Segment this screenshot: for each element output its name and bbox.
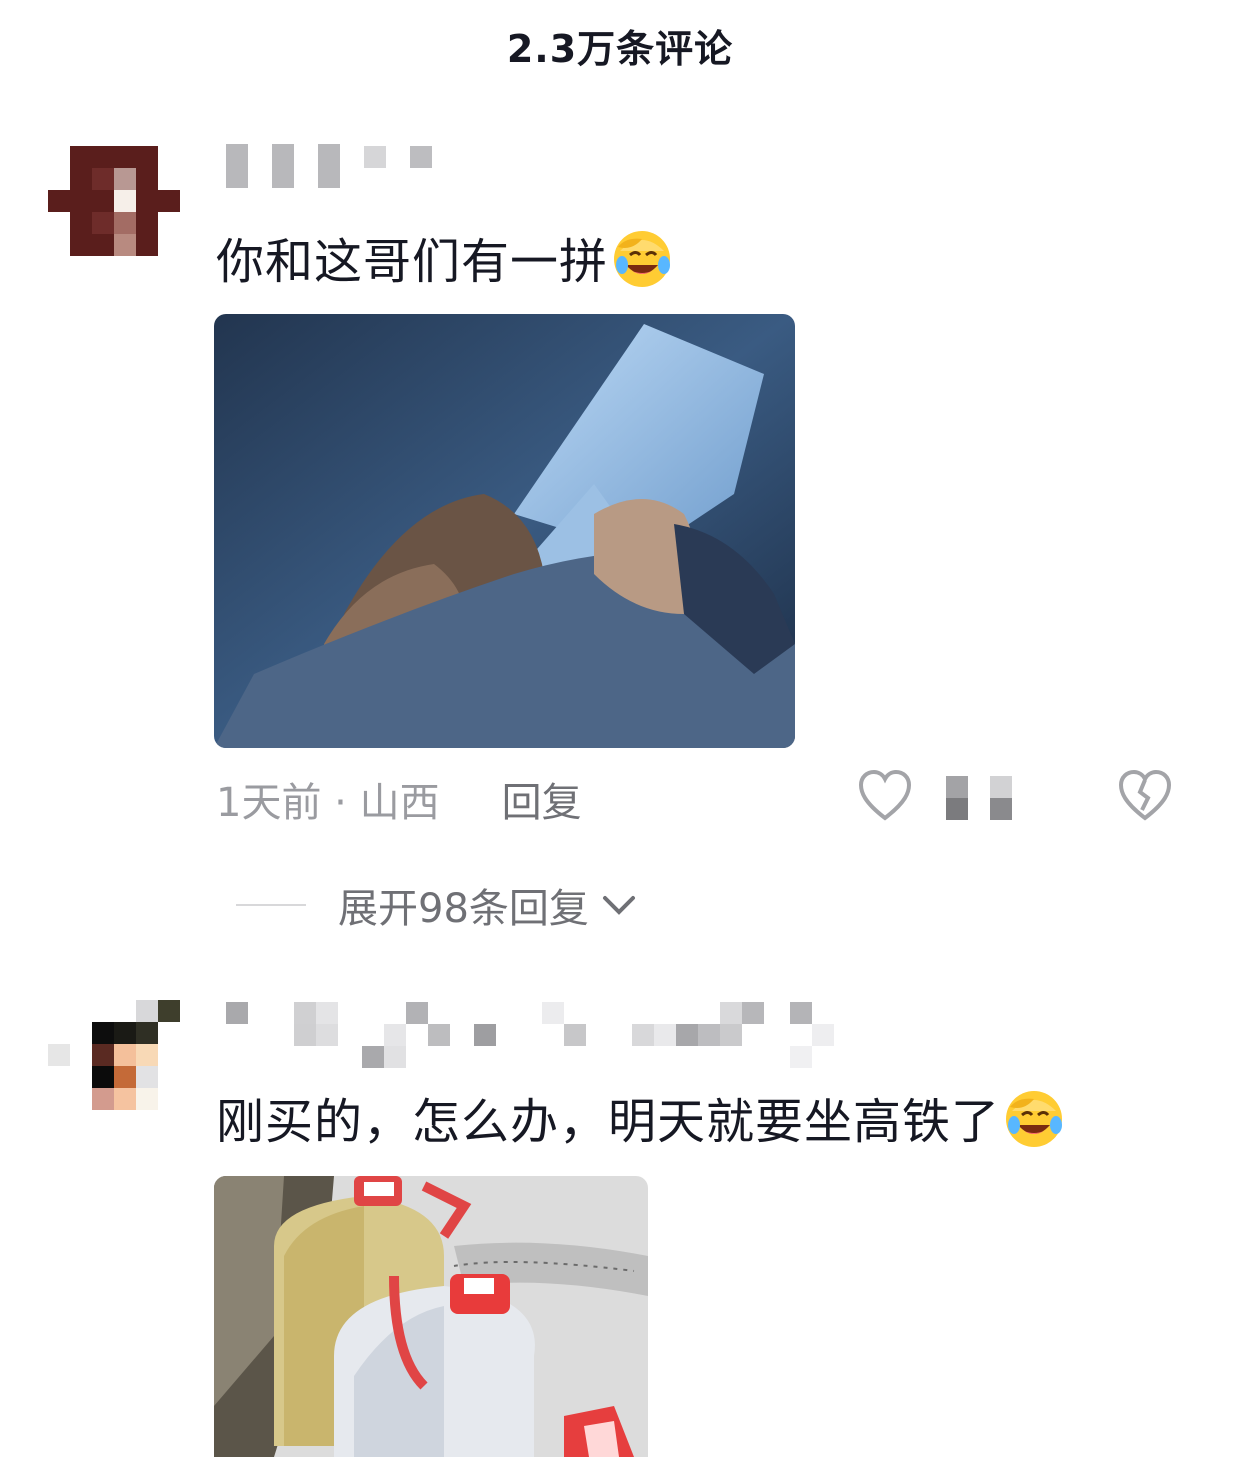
username-blurred[interactable] (226, 1000, 846, 1070)
avatar[interactable] (48, 146, 180, 278)
comment-time-location: 1天前 · 山西 (216, 780, 440, 826)
heart-icon[interactable] (858, 769, 912, 826)
comment-text: 你和这哥们有一拼 (216, 222, 674, 292)
comments-count-title: 2.3万条评论 (506, 27, 734, 71)
broken-heart-icon[interactable] (1118, 769, 1172, 826)
expand-replies-label: 展开98条回复 (338, 886, 589, 932)
laugh-cry-emoji (610, 225, 674, 289)
comment-meta: 1天前 · 山西 回复 (216, 770, 582, 828)
laugh-cry-emoji (1002, 1085, 1066, 1149)
avatar[interactable] (48, 1000, 180, 1132)
reply-button[interactable]: 回复 (502, 770, 582, 828)
chevron-down-icon (601, 882, 637, 928)
comment-image[interactable] (214, 1176, 648, 1457)
like-count-blurred (946, 776, 1034, 820)
username-blurred[interactable] (226, 140, 432, 188)
comment-image[interactable] (214, 314, 795, 748)
comment-text: 刚买的，怎么办，明天就要坐高铁了 (216, 1082, 1066, 1152)
divider-line (236, 904, 306, 906)
expand-replies-button[interactable]: 展开98条回复 (236, 876, 637, 934)
